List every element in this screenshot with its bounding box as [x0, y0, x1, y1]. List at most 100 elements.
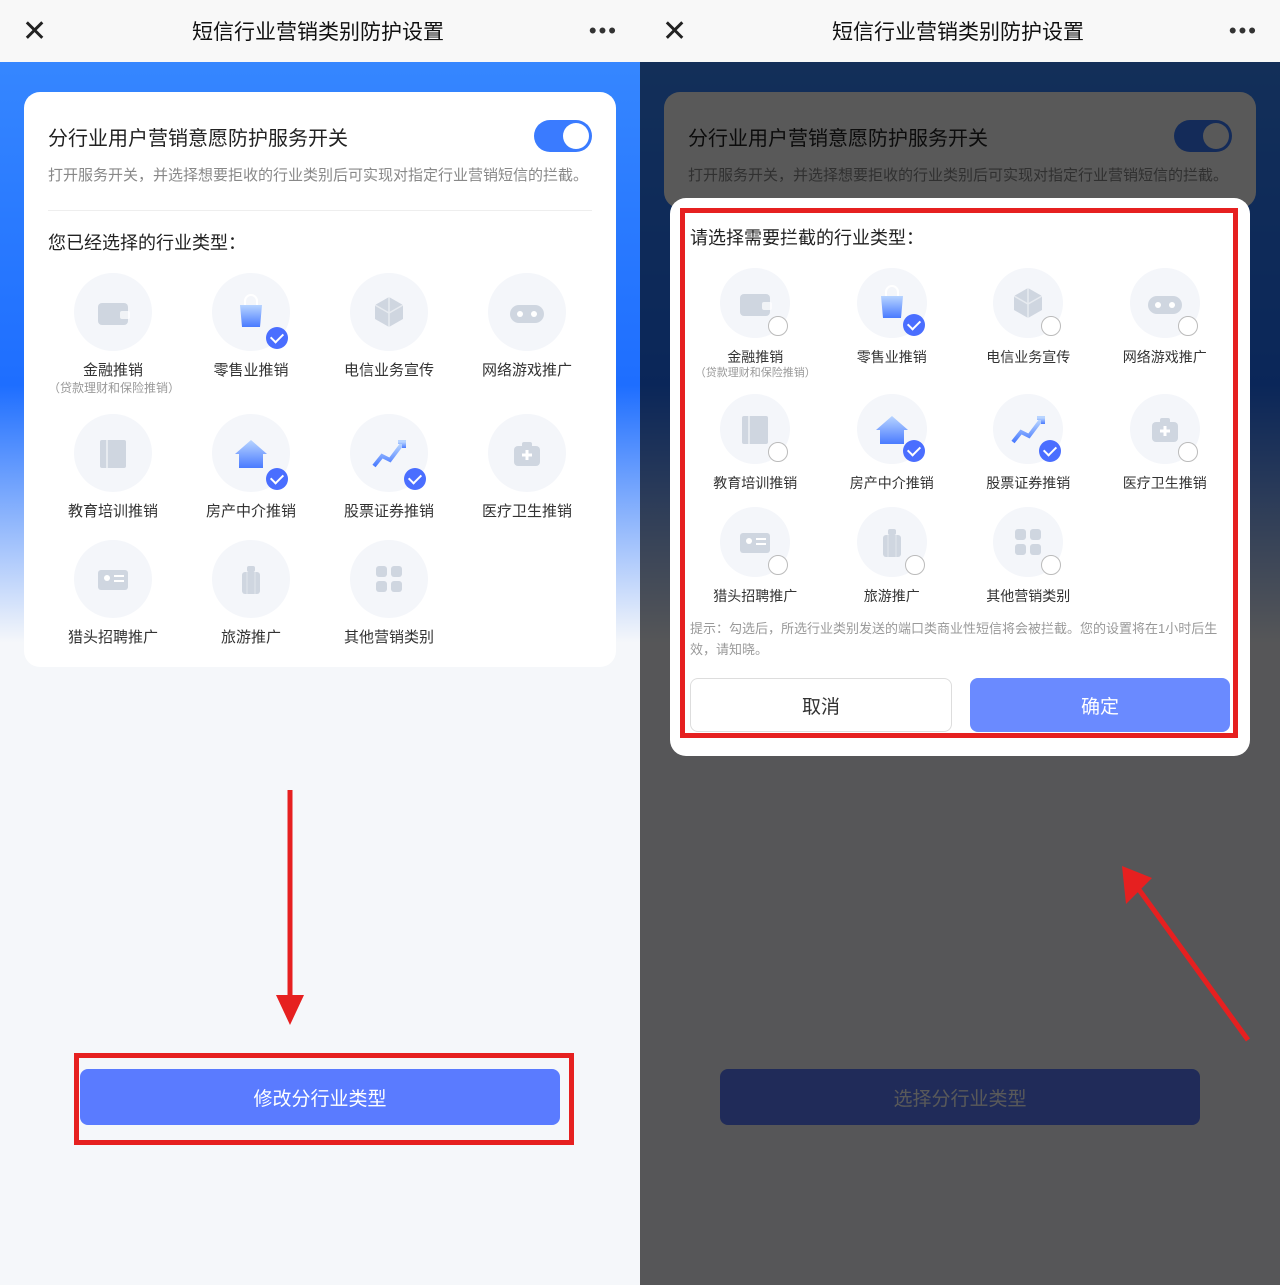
category-item[interactable]: 零售业推销: [827, 268, 958, 380]
category-item[interactable]: 医疗卫生推销: [1100, 394, 1231, 492]
radio-unchecked-icon: [768, 555, 788, 575]
titlebar: ✕ 短信行业营销类别防护设置 •••: [640, 0, 1280, 62]
toggle-label: 分行业用户营销意愿防护服务开关: [48, 122, 348, 151]
category-item[interactable]: 房产中介推销: [827, 394, 958, 492]
check-icon: [404, 468, 426, 490]
category-label: 零售业推销: [857, 348, 927, 366]
bag-icon: [212, 273, 290, 351]
more-icon[interactable]: •••: [1229, 18, 1258, 44]
titlebar: ✕ 短信行业营销类别防护设置 •••: [0, 0, 640, 62]
check-icon: [266, 468, 288, 490]
wallet-icon: [74, 273, 152, 351]
category-item[interactable]: 零售业推销: [186, 273, 316, 396]
luggage-icon: [857, 507, 927, 577]
category-grid: 金融推销 （贷款理财和保险推销） 零售业推销 电信业务宣传 网络游戏推广: [690, 268, 1230, 605]
house-icon: [857, 394, 927, 464]
luggage-icon: [212, 540, 290, 618]
category-sublabel: （贷款理财和保险推销）: [695, 366, 816, 380]
category-label: 房产中介推销: [206, 502, 296, 522]
category-label: 电信业务宣传: [344, 361, 434, 381]
radio-unchecked-icon: [905, 555, 925, 575]
medkit-icon: [1130, 394, 1200, 464]
cube-icon: [350, 273, 428, 351]
more-icon[interactable]: •••: [589, 18, 618, 44]
close-icon[interactable]: ✕: [22, 14, 47, 49]
category-item[interactable]: 猎头招聘推广: [48, 540, 178, 648]
toggle-switch[interactable]: [534, 120, 592, 152]
category-item[interactable]: 旅游推广: [186, 540, 316, 648]
page-title: 短信行业营销类别防护设置: [192, 16, 444, 46]
gamepad-icon: [488, 273, 566, 351]
radio-unchecked-icon: [1178, 442, 1198, 462]
category-label: 教育培训推销: [68, 502, 158, 522]
category-label: 电信业务宣传: [986, 348, 1070, 366]
check-icon: [266, 327, 288, 349]
category-label: 零售业推销: [213, 361, 288, 381]
radio-unchecked-icon: [1041, 555, 1061, 575]
category-item[interactable]: 医疗卫生推销: [462, 414, 592, 522]
close-icon[interactable]: ✕: [662, 14, 687, 49]
annotation-arrow-icon: [270, 790, 310, 1030]
category-item[interactable]: 网络游戏推广: [1100, 268, 1231, 380]
category-item[interactable]: 其他营销类别: [963, 507, 1094, 605]
divider: [48, 210, 592, 211]
category-item[interactable]: 金融推销 （贷款理财和保险推销）: [690, 268, 821, 380]
category-grid: 金融推销 （贷款理财和保险推销） 零售业推销 电信业务宣传 网络游戏推广: [48, 273, 592, 647]
settings-card: 分行业用户营销意愿防护服务开关 打开服务开关，并选择想要拒收的行业类别后可实现对…: [24, 92, 616, 667]
category-label: 股票证券推销: [344, 502, 434, 522]
radio-unchecked-icon: [1041, 316, 1061, 336]
category-item[interactable]: 教育培训推销: [690, 394, 821, 492]
wallet-icon: [720, 268, 790, 338]
radio-unchecked-icon: [768, 316, 788, 336]
cube-icon: [993, 268, 1063, 338]
category-item[interactable]: 股票证券推销: [963, 394, 1094, 492]
category-label: 房产中介推销: [850, 474, 934, 492]
screen-right: ✕ 短信行业营销类别防护设置 ••• 分行业用户营销意愿防护服务开关 打开服务开…: [640, 0, 1280, 1285]
category-item[interactable]: 猎头招聘推广: [690, 507, 821, 605]
category-item[interactable]: 股票证券推销: [324, 414, 454, 522]
bag-icon: [857, 268, 927, 338]
category-label: 旅游推广: [864, 587, 920, 605]
category-label: 网络游戏推广: [1123, 348, 1207, 366]
apps-icon: [993, 507, 1063, 577]
page-title: 短信行业营销类别防护设置: [832, 16, 1084, 46]
category-item[interactable]: 教育培训推销: [48, 414, 178, 522]
book-icon: [74, 414, 152, 492]
category-label: 医疗卫生推销: [1123, 474, 1207, 492]
toggle-description: 打开服务开关，并选择想要拒收的行业类别后可实现对指定行业营销短信的拦截。: [48, 164, 592, 188]
cancel-button[interactable]: 取消: [690, 678, 952, 732]
modal-hint: 提示：勾选后，所选行业类别发送的端口类商业性短信将会被拦截。您的设置将在1小时后…: [690, 619, 1230, 661]
modal-title: 请选择需要拦截的行业类型：: [690, 224, 1230, 250]
confirm-button[interactable]: 确定: [970, 678, 1230, 732]
category-item[interactable]: 电信业务宣传: [963, 268, 1094, 380]
modify-categories-button[interactable]: 修改分行业类型: [80, 1069, 560, 1125]
category-label: 金融推销: [83, 361, 143, 381]
category-label: 旅游推广: [221, 628, 281, 648]
category-item[interactable]: 金融推销 （贷款理财和保险推销）: [48, 273, 178, 396]
category-label: 猎头招聘推广: [68, 628, 158, 648]
idcard-icon: [720, 507, 790, 577]
category-item[interactable]: 电信业务宣传: [324, 273, 454, 396]
house-icon: [212, 414, 290, 492]
category-selection-modal: 请选择需要拦截的行业类型： 金融推销 （贷款理财和保险推销） 零售业推销 电信业…: [670, 198, 1250, 756]
check-icon: [903, 440, 925, 462]
radio-unchecked-icon: [768, 442, 788, 462]
select-categories-button-dimmed: 选择分行业类型: [720, 1069, 1200, 1125]
check-icon: [1039, 440, 1061, 462]
category-item[interactable]: 其他营销类别: [324, 540, 454, 648]
check-icon: [903, 314, 925, 336]
chart-icon: [350, 414, 428, 492]
selected-categories-title: 您已经选择的行业类型：: [48, 229, 592, 255]
category-label: 医疗卫生推销: [482, 502, 572, 522]
category-sublabel: （贷款理财和保险推销）: [48, 381, 178, 397]
category-item[interactable]: 房产中介推销: [186, 414, 316, 522]
category-item[interactable]: 网络游戏推广: [462, 273, 592, 396]
radio-unchecked-icon: [1178, 316, 1198, 336]
chart-icon: [993, 394, 1063, 464]
category-item[interactable]: 旅游推广: [827, 507, 958, 605]
screen-left: ✕ 短信行业营销类别防护设置 ••• 分行业用户营销意愿防护服务开关 打开服务开…: [0, 0, 640, 1285]
apps-icon: [350, 540, 428, 618]
category-label: 网络游戏推广: [482, 361, 572, 381]
category-label: 教育培训推销: [713, 474, 797, 492]
gamepad-icon: [1130, 268, 1200, 338]
